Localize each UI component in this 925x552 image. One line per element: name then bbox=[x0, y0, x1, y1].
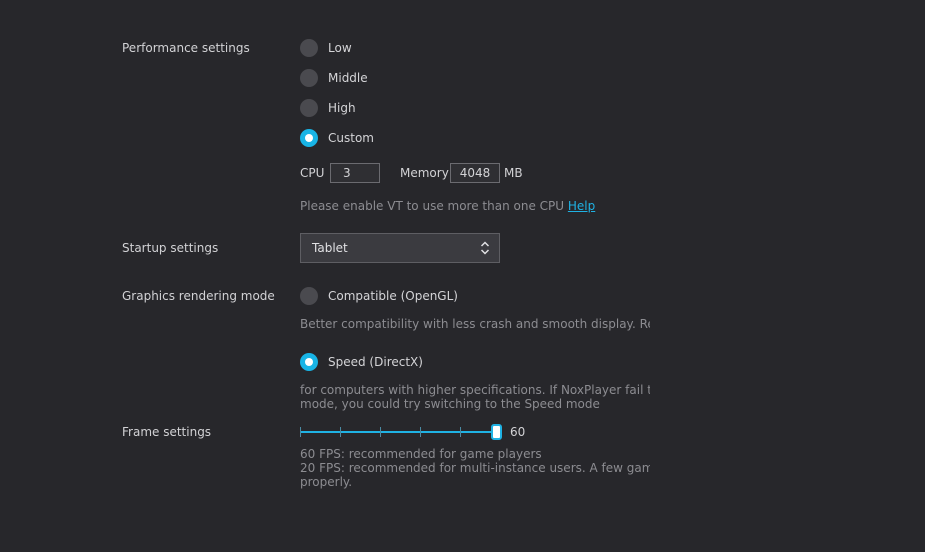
frame-value: 60 bbox=[510, 425, 526, 439]
radio-speed-label[interactable]: Speed (DirectX) bbox=[328, 355, 423, 369]
radio-speed[interactable] bbox=[300, 353, 318, 371]
radio-middle[interactable] bbox=[300, 69, 318, 87]
frame-description-line3: properly. bbox=[300, 475, 353, 489]
frame-description-line2: 20 FPS: recommended for multi-instance u… bbox=[300, 461, 650, 475]
chevron-updown-icon bbox=[480, 241, 490, 255]
slider-thumb[interactable] bbox=[491, 424, 502, 440]
cpu-input[interactable]: 3 bbox=[330, 163, 380, 183]
frame-settings-label: Frame settings bbox=[122, 425, 212, 439]
radio-custom[interactable] bbox=[300, 129, 318, 147]
radio-middle-label[interactable]: Middle bbox=[328, 71, 368, 85]
radio-compatible-label[interactable]: Compatible (OpenGL) bbox=[328, 289, 458, 303]
radio-custom-label[interactable]: Custom bbox=[328, 131, 374, 145]
radio-low[interactable] bbox=[300, 39, 318, 57]
compatible-description: Better compatibility with less crash and… bbox=[300, 317, 650, 331]
vt-hint: Please enable VT to use more than one CP… bbox=[300, 199, 595, 213]
radio-high-label[interactable]: High bbox=[328, 101, 356, 115]
vt-hint-text: Please enable VT to use more than one CP… bbox=[300, 199, 565, 213]
performance-settings-label: Performance settings bbox=[122, 41, 250, 55]
cpu-label: CPU bbox=[300, 166, 325, 180]
startup-select[interactable]: Tablet bbox=[300, 233, 500, 263]
radio-low-label[interactable]: Low bbox=[328, 41, 352, 55]
speed-description-line2: mode, you could try switching to the Spe… bbox=[300, 397, 600, 411]
startup-select-value: Tablet bbox=[312, 241, 348, 255]
radio-compatible[interactable] bbox=[300, 287, 318, 305]
slider-tick bbox=[460, 427, 461, 437]
slider-track[interactable] bbox=[300, 431, 497, 433]
radio-high[interactable] bbox=[300, 99, 318, 117]
memory-unit: MB bbox=[504, 166, 523, 180]
frame-description-line1: 60 FPS: recommended for game players bbox=[300, 447, 542, 461]
speed-description-line1: for computers with higher specifications… bbox=[300, 383, 650, 397]
slider-tick bbox=[340, 427, 341, 437]
slider-tick bbox=[380, 427, 381, 437]
memory-label: Memory bbox=[400, 166, 449, 180]
slider-tick bbox=[300, 427, 301, 437]
slider-tick bbox=[420, 427, 421, 437]
memory-input[interactable]: 4048 bbox=[450, 163, 500, 183]
graphics-rendering-label: Graphics rendering mode bbox=[122, 289, 275, 303]
startup-settings-label: Startup settings bbox=[122, 241, 219, 255]
help-link[interactable]: Help bbox=[568, 199, 595, 213]
